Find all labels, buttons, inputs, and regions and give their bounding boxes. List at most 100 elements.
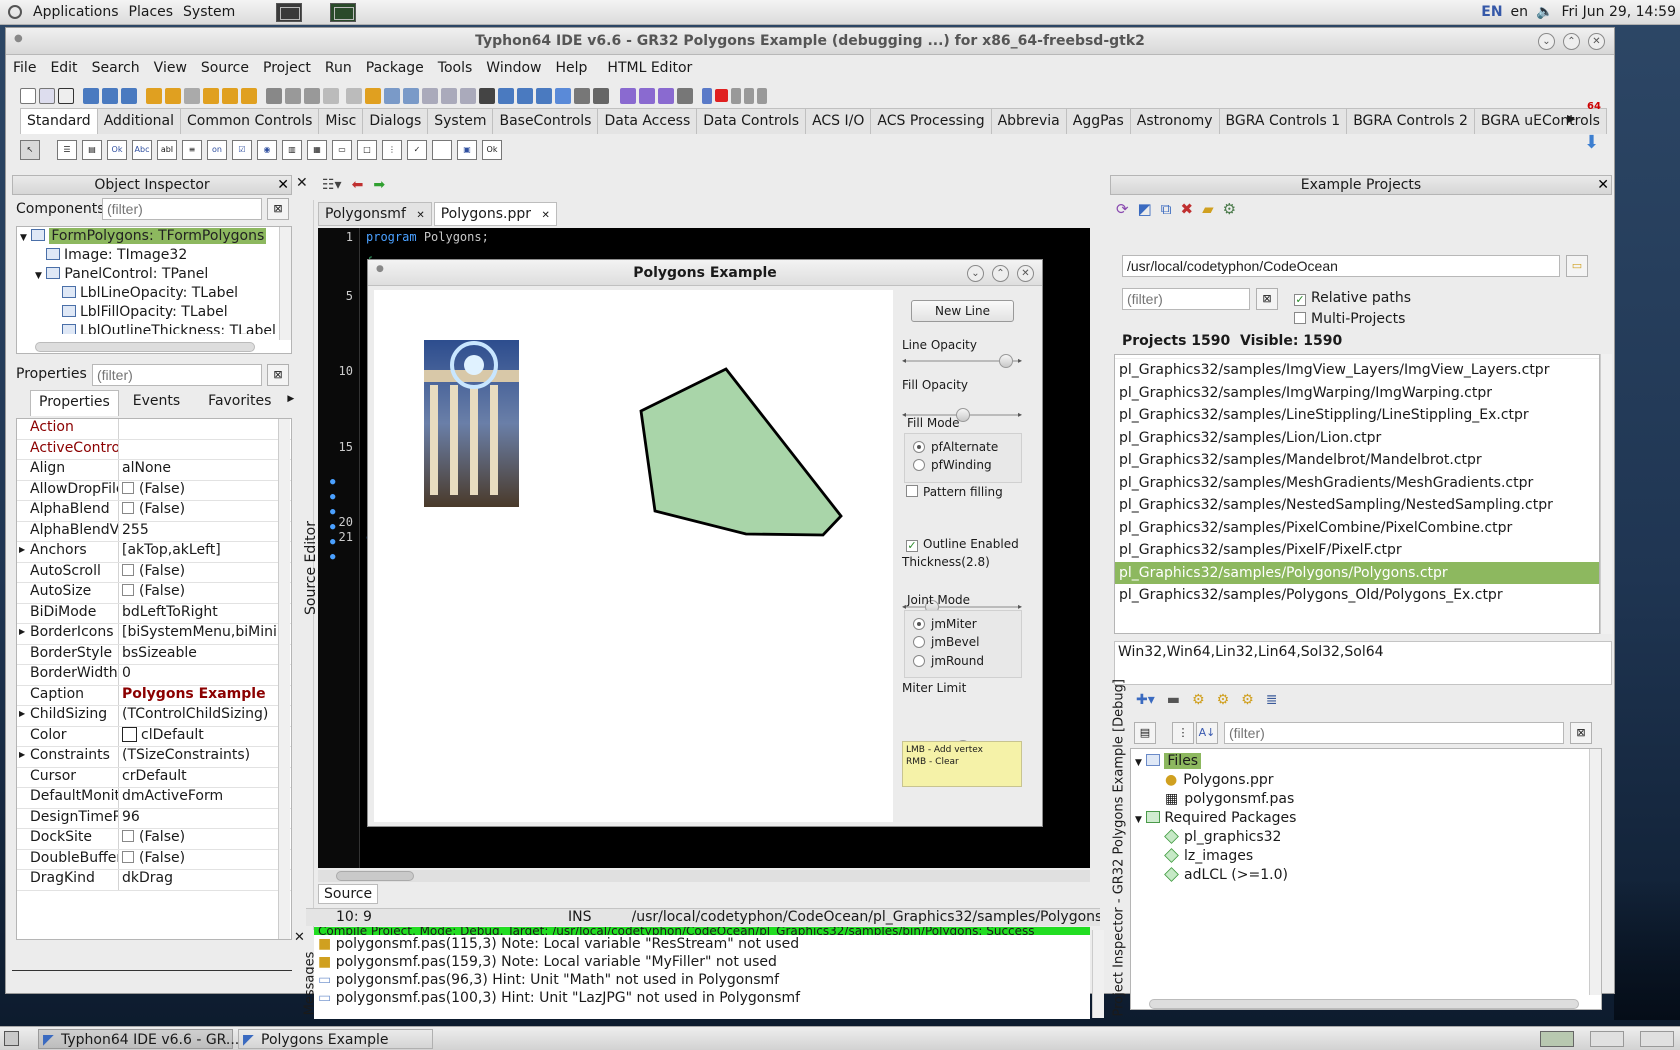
stop-icon[interactable] — [715, 89, 728, 102]
menu-view[interactable]: View — [147, 60, 194, 76]
property-value[interactable]: 0 — [119, 665, 291, 685]
property-row[interactable]: AutoSize (False) — [17, 583, 291, 604]
property-value[interactable] — [119, 440, 291, 460]
menu-html-editor[interactable]: HTML Editor — [600, 60, 699, 76]
workspace-1-icon[interactable] — [1540, 1031, 1574, 1047]
projects-filter-clear-icon[interactable]: ⊠ — [1256, 288, 1278, 310]
tab-source[interactable]: Source — [318, 884, 379, 904]
popup-menu-component-icon[interactable]: ▤ — [82, 140, 102, 160]
property-value[interactable]: dmActiveForm — [119, 788, 291, 808]
example-projects-close-icon[interactable]: ✕ — [1597, 176, 1609, 194]
pointer-tool-icon[interactable]: ↖ — [20, 140, 40, 160]
tree-horizontal-scrollbar[interactable] — [35, 342, 255, 352]
more-icon[interactable]: ≣ — [1266, 692, 1278, 708]
project-tree-scrollbar[interactable] — [1589, 749, 1601, 995]
property-value[interactable]: (TSizeConstraints) — [119, 747, 291, 767]
menu-search[interactable]: Search — [85, 60, 147, 76]
property-value[interactable]: alNone — [119, 460, 291, 480]
property-value[interactable]: clDefault — [119, 726, 291, 747]
dialog-menu-icon[interactable]: ● — [376, 264, 384, 274]
tabs-scroll-right-icon[interactable]: ▶ — [1567, 112, 1575, 125]
source-editor-close-icon[interactable]: ✕ — [296, 175, 312, 195]
outline-enabled-checkbox[interactable]: ✓ Outline Enabled — [906, 537, 1019, 552]
property-value[interactable]: [biSystemMenu,biMinimize] — [119, 624, 291, 644]
property-row[interactable]: ▶ Constraints (TSizeConstraints) — [17, 747, 291, 768]
projects-list-scrollbar[interactable] — [1600, 354, 1612, 634]
copy-project-icon[interactable]: ⧉ — [1161, 200, 1172, 218]
combobox-component-icon[interactable]: ▦ — [307, 140, 327, 160]
object-inspector-close-icon[interactable]: ✕ — [277, 176, 289, 194]
property-row[interactable]: ▶BorderIcons[biSystemMenu,biMinimize] — [17, 624, 291, 645]
tree-item[interactable]: Image: TImage32 — [17, 246, 291, 265]
gear-icon[interactable] — [620, 87, 636, 104]
file-item[interactable]: ▦ polygonsmf.pas — [1131, 790, 1601, 809]
property-row[interactable]: Color clDefault — [17, 726, 291, 747]
minimize-button[interactable]: ⌄ — [1538, 33, 1555, 50]
required-packages-node[interactable]: ▼ Required Packages — [1131, 809, 1601, 828]
pause-icon[interactable] — [702, 87, 712, 104]
window-menu-icon[interactable]: ● — [14, 33, 23, 44]
project-list-item[interactable]: pl_Graphics32/samples/PixelCombine/Pixel… — [1115, 517, 1599, 540]
joint-round-radio[interactable]: jmRound — [913, 654, 984, 668]
package-item[interactable]: pl_graphics32 — [1131, 828, 1601, 847]
options-icon[interactable] — [346, 87, 362, 104]
gear-tools-icon[interactable] — [639, 87, 655, 104]
build-project-icon[interactable]: ⚙ — [1223, 200, 1236, 218]
property-grid-scrollbar[interactable] — [278, 419, 290, 939]
menu-window[interactable]: Window — [479, 60, 548, 76]
step-into-icon[interactable] — [731, 87, 741, 104]
line-opacity-slider[interactable]: ◂ ▸ — [902, 354, 1022, 368]
relative-paths-checkbox[interactable]: ✓ Relative paths — [1294, 290, 1411, 306]
window-titlebar[interactable]: Typhon64 IDE v6.6 - GR32 Polygons Exampl… — [6, 28, 1614, 55]
system-monitor-icon[interactable] — [330, 2, 357, 22]
dialog-titlebar[interactable]: Polygons Example — [368, 260, 1042, 286]
refresh-icon[interactable]: ⟳ — [1116, 200, 1129, 218]
close-button[interactable]: ✕ — [1588, 33, 1605, 50]
maximize-button[interactable]: ⌃ — [1563, 33, 1580, 50]
save-icon[interactable] — [285, 87, 301, 104]
property-row[interactable]: Caption Polygons Example — [17, 685, 291, 706]
actionlist-component-icon[interactable]: Ok — [482, 140, 502, 160]
radiogroup-component-icon[interactable]: ⋮ — [382, 140, 402, 160]
frame-component-icon[interactable]: ▣ — [457, 140, 477, 160]
run-icon[interactable] — [658, 87, 674, 104]
taskbar-item-ide[interactable]: ◤ Typhon64 IDE v6.6 - GR... — [38, 1029, 239, 1049]
file-item[interactable]: ● Polygons.ppr — [1131, 771, 1601, 790]
memo-component-icon[interactable]: ≡ — [182, 140, 202, 160]
delete-project-icon[interactable]: ✖ — [1180, 200, 1193, 218]
tab-events[interactable]: Events — [119, 390, 194, 416]
dialog-minimize-button[interactable]: ⌄ — [967, 265, 984, 282]
dialog-maximize-button[interactable]: ⌃ — [992, 265, 1009, 282]
radio-component-icon[interactable]: ◉ — [257, 140, 277, 160]
messages-close-icon[interactable]: ✕ — [294, 930, 314, 945]
menu-package[interactable]: Package — [359, 60, 431, 76]
tab-aggpas[interactable]: AggPas — [1065, 108, 1131, 134]
joint-bevel-radio[interactable]: jmBevel — [913, 635, 979, 649]
download-arrow-icon[interactable]: ⬇ — [1584, 132, 1599, 153]
checkgroup-component-icon[interactable]: ✓ — [407, 140, 427, 160]
property-value[interactable]: (TControlChildSizing) — [119, 706, 291, 726]
tab-misc[interactable]: Misc — [318, 108, 364, 134]
drawn-polygon[interactable] — [639, 367, 843, 537]
keyboard-layout[interactable]: EN — [1481, 4, 1502, 20]
properties-filter-clear-icon[interactable]: ⊠ — [267, 364, 289, 386]
property-row[interactable]: DefaultMonitordmActiveForm — [17, 788, 291, 809]
message-line[interactable]: ■ polygonsmf.pas(159,3) Note: Local vari… — [314, 953, 1090, 971]
message-line[interactable]: ▭ polygonsmf.pas(96,3) Hint: Unit "Math"… — [314, 971, 1090, 989]
tab-abbrevia[interactable]: Abbrevia — [990, 108, 1067, 134]
property-row[interactable]: AlphaBlend (False) — [17, 501, 291, 522]
toggle-box-component-icon[interactable]: on — [207, 140, 227, 160]
tree-item[interactable]: LblOutlineThickness: TLabel — [17, 322, 291, 334]
listbox-component-icon[interactable]: ▥ — [282, 140, 302, 160]
view-forms-icon[interactable] — [403, 87, 419, 104]
tab-bgra-controls-2[interactable]: BGRA Controls 2 — [1346, 108, 1475, 134]
property-row[interactable]: ActiveControl — [17, 439, 291, 460]
property-row[interactable]: AlphaBlendValue255 — [17, 521, 291, 542]
property-value[interactable]: [akTop,akLeft] — [119, 542, 291, 562]
project-list-item[interactable]: pl_Graphics32/samples/PixelF/PixelF.ctpr — [1115, 539, 1599, 562]
tools-icon[interactable] — [574, 87, 590, 104]
main-menu-component-icon[interactable]: ☰ — [57, 140, 77, 160]
step-out-icon[interactable] — [757, 87, 767, 104]
package-open-icon[interactable] — [165, 87, 181, 104]
add-icon[interactable]: ✚▾ — [1136, 692, 1155, 708]
